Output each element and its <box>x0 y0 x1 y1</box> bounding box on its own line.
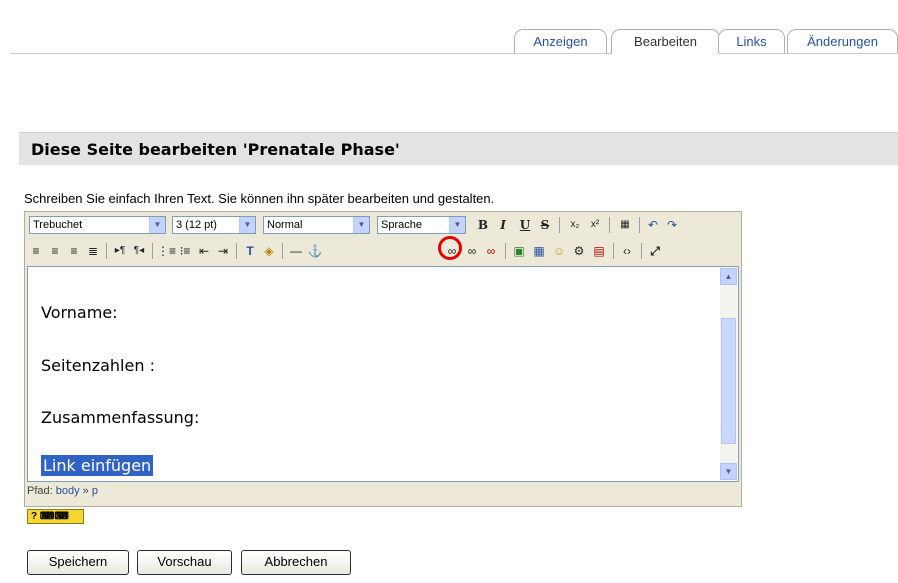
editor-scrollbar[interactable]: ▲ ▼ <box>720 268 737 480</box>
align-left-icon[interactable]: ≡ <box>27 242 45 260</box>
font-size-select[interactable]: 3 (12 pt) ▼ <box>172 216 256 234</box>
tab-bearbeiten[interactable]: Bearbeiten <box>611 29 720 54</box>
toolbar-separator <box>152 243 153 259</box>
tab-anzeigen[interactable]: Anzeigen <box>514 29 607 53</box>
scroll-down-icon[interactable]: ▼ <box>720 463 737 480</box>
italic-button[interactable]: I <box>494 216 512 234</box>
ordered-list-icon[interactable]: ⋮≡ <box>157 242 176 260</box>
undo-icon[interactable]: ↶ <box>644 216 662 234</box>
font-family-value: Trebuchet <box>33 219 83 231</box>
scrollbar-thumb[interactable] <box>721 318 736 444</box>
preview-button[interactable]: Vorschau <box>137 550 232 575</box>
insert-table-icon[interactable]: ▦ <box>530 242 548 260</box>
anchor-icon[interactable]: ⚓ <box>306 242 324 260</box>
horizontal-rule-icon[interactable]: — <box>287 242 305 260</box>
page-title: Diese Seite bearbeiten 'Prenatale Phase' <box>31 140 400 159</box>
tab-bar-line <box>10 53 898 54</box>
content-line-seitenzahlen: Seitenzahlen : <box>41 356 155 375</box>
keyboard-icon: ⌨⌨ <box>39 511 69 522</box>
align-right-icon[interactable]: ≡ <box>65 242 83 260</box>
editor-help-button[interactable]: ? ⌨⌨ <box>27 509 84 524</box>
page-title-bar: Diese Seite bearbeiten 'Prenatale Phase' <box>19 132 898 165</box>
internal-link-icon[interactable]: ∞ <box>482 242 500 260</box>
rich-text-editor: Trebuchet ▼ 3 (12 pt) ▼ Normal ▼ Sprache ▼ B… <box>24 211 742 507</box>
text-color-icon[interactable]: T <box>241 242 259 260</box>
subscript-icon[interactable]: x₂ <box>566 216 584 234</box>
align-center-icon[interactable]: ≡ <box>46 242 64 260</box>
language-value: Sprache <box>381 219 422 231</box>
background-color-icon[interactable]: ◈ <box>260 242 278 260</box>
content-line-zusammenfassung: Zusammenfassung: <box>41 408 200 427</box>
toolbar-separator <box>505 243 506 259</box>
editor-path-bar: Pfad: body » p <box>27 485 98 497</box>
path-separator: » <box>82 485 89 497</box>
underline-button[interactable]: U <box>516 216 534 234</box>
paragraph-format-value: Normal <box>267 219 303 231</box>
toolbar-separator <box>106 243 107 259</box>
cancel-button[interactable]: Abbrechen <box>241 550 351 575</box>
toolbar-separator <box>282 243 283 259</box>
tab-label: Anzeigen <box>533 34 588 49</box>
bold-button[interactable]: B <box>474 216 492 234</box>
tab-label: Änderungen <box>807 34 878 49</box>
chevron-down-icon: ▼ <box>149 217 165 233</box>
editor-content-area[interactable]: Vorname: Seitenzahlen : Zusammenfassung:… <box>27 266 739 482</box>
chevron-down-icon: ▼ <box>353 217 369 233</box>
font-family-select[interactable]: Trebuchet ▼ <box>29 216 166 234</box>
superscript-icon[interactable]: x² <box>586 216 604 234</box>
content-line-vorname: Vorname: <box>41 303 118 322</box>
indent-icon[interactable]: ⇥ <box>214 242 232 260</box>
unlink-icon[interactable]: ∞ <box>463 242 481 260</box>
scroll-up-icon[interactable]: ▲ <box>720 268 737 285</box>
paragraph-format-select[interactable]: Normal ▼ <box>263 216 370 234</box>
save-button[interactable]: Speichern <box>27 550 129 575</box>
content-line-selected: Link einfügen <box>41 455 154 476</box>
toolbar-separator <box>639 217 640 233</box>
toolbar-separator <box>641 243 642 259</box>
paste-icon[interactable]: ▤ <box>590 242 608 260</box>
chevron-down-icon: ▼ <box>239 217 255 233</box>
tab-label: Links <box>736 34 767 49</box>
smiley-icon[interactable]: ☺ <box>550 242 568 260</box>
strikethrough-button[interactable]: S <box>536 216 554 234</box>
insert-image-icon[interactable]: ▣ <box>510 242 528 260</box>
tab-aenderungen[interactable]: Änderungen <box>787 29 898 53</box>
paste-word-icon[interactable]: ▦ <box>616 216 634 234</box>
toolbar-row-1: Trebuchet ▼ 3 (12 pt) ▼ Normal ▼ Sprache ▼ B… <box>25 212 741 238</box>
tab-label: Bearbeiten <box>634 34 697 49</box>
ltr-icon[interactable]: ▸¶ <box>111 242 129 260</box>
special-char-icon[interactable]: ⚙ <box>570 242 588 260</box>
html-source-icon[interactable]: ‹› <box>618 242 636 260</box>
toolbar-separator <box>613 243 614 259</box>
toolbar-separator <box>236 243 237 259</box>
font-size-value: 3 (12 pt) <box>176 219 217 231</box>
rtl-icon[interactable]: ¶◂ <box>130 242 148 260</box>
path-label: Pfad: <box>27 485 53 497</box>
selected-text: Link einfügen <box>41 455 154 476</box>
toolbar-separator <box>559 217 560 233</box>
fullscreen-icon[interactable]: ⤢ <box>646 242 664 260</box>
language-select[interactable]: Sprache ▼ <box>377 216 466 234</box>
instructions-text: Schreiben Sie einfach Ihren Text. Sie kö… <box>24 191 495 206</box>
path-crumb-p[interactable]: p <box>92 485 98 497</box>
path-crumb-body[interactable]: body <box>56 485 80 497</box>
align-justify-icon[interactable]: ≣ <box>84 242 102 260</box>
toolbar-separator <box>609 217 610 233</box>
highlight-circle <box>438 236 462 260</box>
unordered-list-icon[interactable]: ⁝≡ <box>176 242 194 260</box>
tab-links[interactable]: Links <box>718 29 785 53</box>
redo-icon[interactable]: ↷ <box>663 216 681 234</box>
chevron-down-icon: ▼ <box>449 217 465 233</box>
toolbar-row-2: ≡ ≡ ≡ ≣ ▸¶ ¶◂ ⋮≡ ⁝≡ ⇤ ⇥ T ◈ — ⚓ ∞ ∞ ∞ ▣ … <box>25 238 741 264</box>
outdent-icon[interactable]: ⇤ <box>195 242 213 260</box>
help-question-icon: ? <box>31 511 38 522</box>
